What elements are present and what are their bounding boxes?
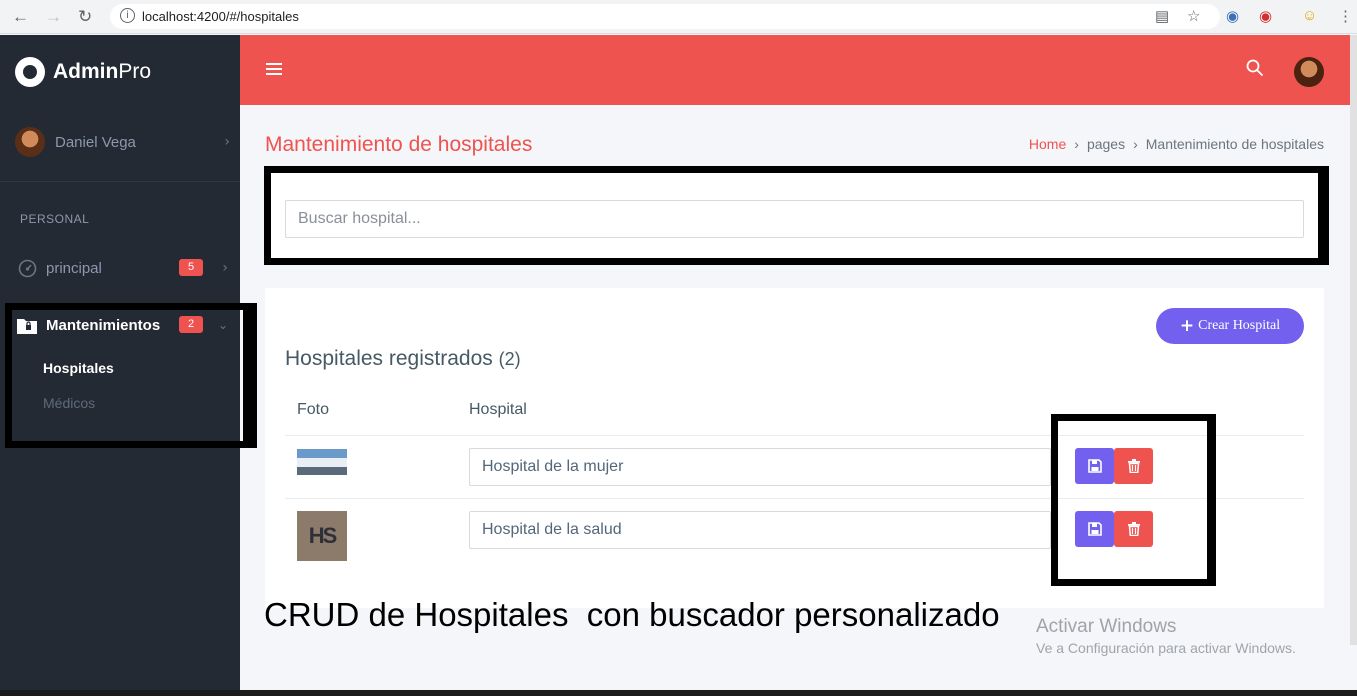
- card-title: Hospitales registrados (2): [285, 347, 521, 370]
- user-name: Daniel Vega: [55, 133, 136, 151]
- breadcrumb: Home › pages › Mantenimiento de hospitales: [1029, 136, 1324, 152]
- sidebar-item-label: principal: [46, 259, 102, 277]
- brand-name: AdminPro: [53, 60, 152, 83]
- chevron-right-icon: ›: [1074, 136, 1079, 152]
- gauge-icon: [17, 258, 37, 278]
- hospital-photo[interactable]: [297, 449, 347, 475]
- breadcrumb-current: Mantenimiento de hospitales: [1145, 136, 1324, 152]
- back-arrow-icon[interactable]: ←: [12, 7, 29, 27]
- browser-toolbar: ← → ↻ i localhost:4200/#/hospitales ▤ ☆ …: [0, 0, 1357, 34]
- logo-icon: [15, 57, 45, 87]
- avatar: [15, 127, 45, 157]
- windows-activation-subtitle: Ve a Configuración para activar Windows.: [1036, 640, 1296, 656]
- chevron-right-icon: ›: [1133, 136, 1138, 152]
- avatar[interactable]: [1294, 57, 1324, 87]
- chevron-right-icon: ›: [222, 260, 228, 276]
- page-title: Mantenimiento de hospitales: [265, 133, 533, 156]
- caption-text: CRUD de Hospitales con buscador personal…: [264, 596, 1000, 633]
- sidebar-section-label: PERSONAL: [20, 212, 90, 226]
- hamburger-menu-icon[interactable]: [266, 63, 282, 76]
- create-hospital-button[interactable]: + Crear Hospital: [1156, 308, 1304, 344]
- bookmark-star-icon[interactable]: ☆: [1187, 7, 1200, 25]
- windows-activation-title: Activar Windows: [1036, 616, 1177, 637]
- chevron-right-icon: ›: [224, 134, 230, 150]
- plus-icon: +: [1179, 316, 1195, 336]
- sidebar-divider: [0, 181, 240, 182]
- emoji-extension-icon[interactable]: ☺: [1302, 7, 1317, 24]
- site-info-icon[interactable]: i: [120, 8, 135, 23]
- search-input[interactable]: [285, 200, 1304, 238]
- hospital-count: (2): [498, 349, 521, 369]
- hospital-photo[interactable]: HS: [297, 511, 347, 561]
- hospital-name-input[interactable]: [469, 511, 1051, 549]
- app-logo[interactable]: AdminPro: [15, 57, 151, 87]
- taskbar: [0, 690, 1357, 696]
- search-icon[interactable]: [1246, 59, 1264, 77]
- address-bar-url: localhost:4200/#/hospitales: [142, 9, 299, 24]
- forward-arrow-icon[interactable]: →: [45, 7, 62, 27]
- reload-icon[interactable]: ↻: [78, 7, 92, 27]
- breadcrumb-pages[interactable]: pages: [1087, 136, 1125, 152]
- highlight-box-sidebar: [5, 303, 257, 448]
- highlight-box-actions: [1051, 414, 1216, 586]
- extension-icon[interactable]: ◉: [1226, 7, 1239, 25]
- topbar: [240, 35, 1357, 105]
- address-bar[interactable]: i localhost:4200/#/hospitales: [110, 4, 1220, 29]
- column-header-foto: Foto: [297, 401, 330, 418]
- notification-badge: 5: [179, 259, 203, 276]
- translate-icon[interactable]: ▤: [1155, 7, 1169, 25]
- scrollbar[interactable]: [1350, 35, 1357, 645]
- sidebar-item-principal[interactable]: principal 5 ›: [17, 256, 230, 280]
- column-header-hospital: Hospital: [469, 401, 527, 418]
- breadcrumb-home[interactable]: Home: [1029, 136, 1066, 152]
- user-profile[interactable]: Daniel Vega ›: [15, 127, 230, 157]
- browser-menu-icon[interactable]: ⋮: [1338, 7, 1353, 25]
- opera-extension-icon[interactable]: ◉: [1259, 7, 1272, 25]
- hospital-name-input[interactable]: [469, 448, 1051, 486]
